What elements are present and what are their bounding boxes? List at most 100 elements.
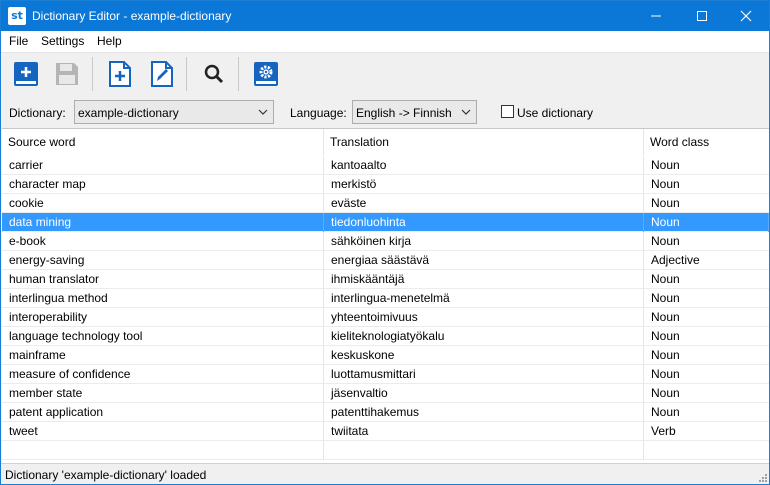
minimize-button[interactable] <box>633 1 679 31</box>
maximize-button[interactable] <box>679 1 725 31</box>
cell-translation: ihmiskääntäjä <box>324 270 644 289</box>
cell-source-word: human translator <box>2 270 324 289</box>
cell-source-word: language technology tool <box>2 327 324 346</box>
cell-source-word: interlingua method <box>2 289 324 308</box>
cell-source-word: tweet <box>2 422 324 441</box>
options-row: Dictionary: example-dictionary Language:… <box>1 96 769 128</box>
cell-word-class: Noun <box>651 348 680 362</box>
close-button[interactable] <box>723 1 769 31</box>
cell-translation: luottamusmittari <box>324 365 644 384</box>
add-entry-icon <box>109 61 131 87</box>
use-dictionary-checkbox[interactable] <box>501 105 514 118</box>
empty-cell <box>644 441 769 460</box>
language-select[interactable]: English -> Finnish <box>352 100 477 124</box>
cell-word-class: Noun <box>651 310 680 324</box>
table-row[interactable]: member state jäsenvaltio Noun <box>2 384 769 403</box>
dictionary-label: Dictionary: <box>9 106 66 120</box>
cell-word-class: Verb <box>651 424 676 438</box>
cell-translation: energiaa säästävä <box>324 251 644 270</box>
cell-translation: merkistö <box>324 175 644 194</box>
menu-bar: File Settings Help <box>1 31 769 52</box>
cell-translation: yhteentoimivuus <box>324 308 644 327</box>
cell-word-class: Noun <box>651 329 680 343</box>
cell-word-class: Noun <box>651 234 680 248</box>
cell-source-word: energy-saving <box>2 251 324 270</box>
resize-grip-icon[interactable] <box>757 472 767 482</box>
cell-word-class: Adjective <box>651 253 700 267</box>
cell-word-class: Noun <box>651 158 680 172</box>
table-row[interactable]: data mining tiedonluohinta Noun <box>2 213 769 232</box>
toolbar-separator <box>186 57 187 91</box>
new-dictionary-button[interactable] <box>11 58 41 90</box>
cell-translation: sähköinen kirja <box>324 232 644 251</box>
cell-translation: kantoaalto <box>324 156 644 175</box>
cell-source-word: data mining <box>2 213 324 232</box>
table-row[interactable]: interoperability yhteentoimivuus Noun <box>2 308 769 327</box>
table-row[interactable]: human translator ihmiskääntäjä Noun <box>2 270 769 289</box>
table-row[interactable]: language technology tool kieliteknologiat… <box>2 327 769 346</box>
dictionary-select[interactable]: example-dictionary <box>74 100 274 124</box>
cell-source-word: member state <box>2 384 324 403</box>
chevron-down-icon <box>461 109 471 115</box>
table-row[interactable]: character map merkistö Noun <box>2 175 769 194</box>
add-entry-button[interactable] <box>105 58 135 90</box>
chevron-down-icon <box>258 109 268 115</box>
cell-word-class: Noun <box>644 213 769 232</box>
table-row[interactable]: energy-saving energiaa säästävä Adjective <box>2 251 769 270</box>
table-row[interactable]: interlingua method interlingua-menetelmä N… <box>2 289 769 308</box>
column-header-word-class[interactable]: Word class <box>644 129 769 155</box>
cell-translation: interlingua-menetelmä <box>324 289 644 308</box>
toolbar <box>1 52 769 96</box>
empty-cell <box>324 441 644 460</box>
cell-word-class: Noun <box>651 272 680 286</box>
settings-button[interactable] <box>251 58 281 90</box>
table-row[interactable]: cookie eväste Noun <box>2 194 769 213</box>
cell-word-class: Noun <box>651 196 680 210</box>
cell-word-class: Noun <box>651 405 680 419</box>
app-icon: st <box>8 7 26 25</box>
table-row[interactable]: patent application patenttihakemus Noun <box>2 403 769 422</box>
status-bar: Dictionary 'example-dictionary' loaded <box>1 463 769 484</box>
cell-source-word: patent application <box>2 403 324 422</box>
cell-translation: keskuskone <box>324 346 644 365</box>
cell-source-word: cookie <box>2 194 324 213</box>
table-row[interactable]: carrier kantoaalto Noun <box>2 156 769 175</box>
title-bar[interactable]: st Dictionary Editor - example-dictionar… <box>1 1 769 31</box>
cell-source-word: carrier <box>2 156 324 175</box>
close-icon <box>740 10 752 22</box>
cell-translation: eväste <box>324 194 644 213</box>
edit-entry-icon <box>151 61 173 87</box>
status-text: Dictionary 'example-dictionary' loaded <box>5 468 207 482</box>
settings-icon <box>254 62 278 86</box>
menu-help[interactable]: Help <box>97 34 122 48</box>
menu-settings[interactable]: Settings <box>41 34 84 48</box>
search-button[interactable] <box>199 58 229 90</box>
cell-translation: twiitata <box>324 422 644 441</box>
save-button[interactable] <box>52 58 82 90</box>
toolbar-separator <box>92 57 93 91</box>
cell-translation: patenttihakemus <box>324 403 644 422</box>
search-icon <box>204 64 224 84</box>
window-title: Dictionary Editor - example-dictionary <box>32 9 232 23</box>
menu-file[interactable]: File <box>9 34 28 48</box>
use-dictionary-label[interactable]: Use dictionary <box>517 106 593 120</box>
table-row[interactable]: tweet twiitata Verb <box>2 422 769 441</box>
cell-word-class: Noun <box>651 386 680 400</box>
table-row[interactable]: e-book sähköinen kirja Noun <box>2 232 769 251</box>
minimize-icon <box>651 15 661 17</box>
table-row[interactable]: measure of confidence luottamusmittari Nou… <box>2 365 769 384</box>
cell-translation: tiedonluohinta <box>324 213 644 232</box>
empty-cell <box>2 441 324 460</box>
save-icon <box>56 63 78 85</box>
edit-entry-button[interactable] <box>147 58 177 90</box>
table-row-empty[interactable] <box>2 441 769 460</box>
dictionary-editor-window: st Dictionary Editor - example-dictionar… <box>0 0 770 485</box>
column-header-source-word[interactable]: Source word <box>2 129 324 155</box>
dictionary-table: Source word Translation Word class carri… <box>2 128 769 463</box>
column-header-translation[interactable]: Translation <box>324 129 644 155</box>
table-row[interactable]: mainframe keskuskone Noun <box>2 346 769 365</box>
cell-source-word: mainframe <box>2 346 324 365</box>
cell-source-word: measure of confidence <box>2 365 324 384</box>
cell-source-word: e-book <box>2 232 324 251</box>
maximize-icon <box>697 11 707 21</box>
